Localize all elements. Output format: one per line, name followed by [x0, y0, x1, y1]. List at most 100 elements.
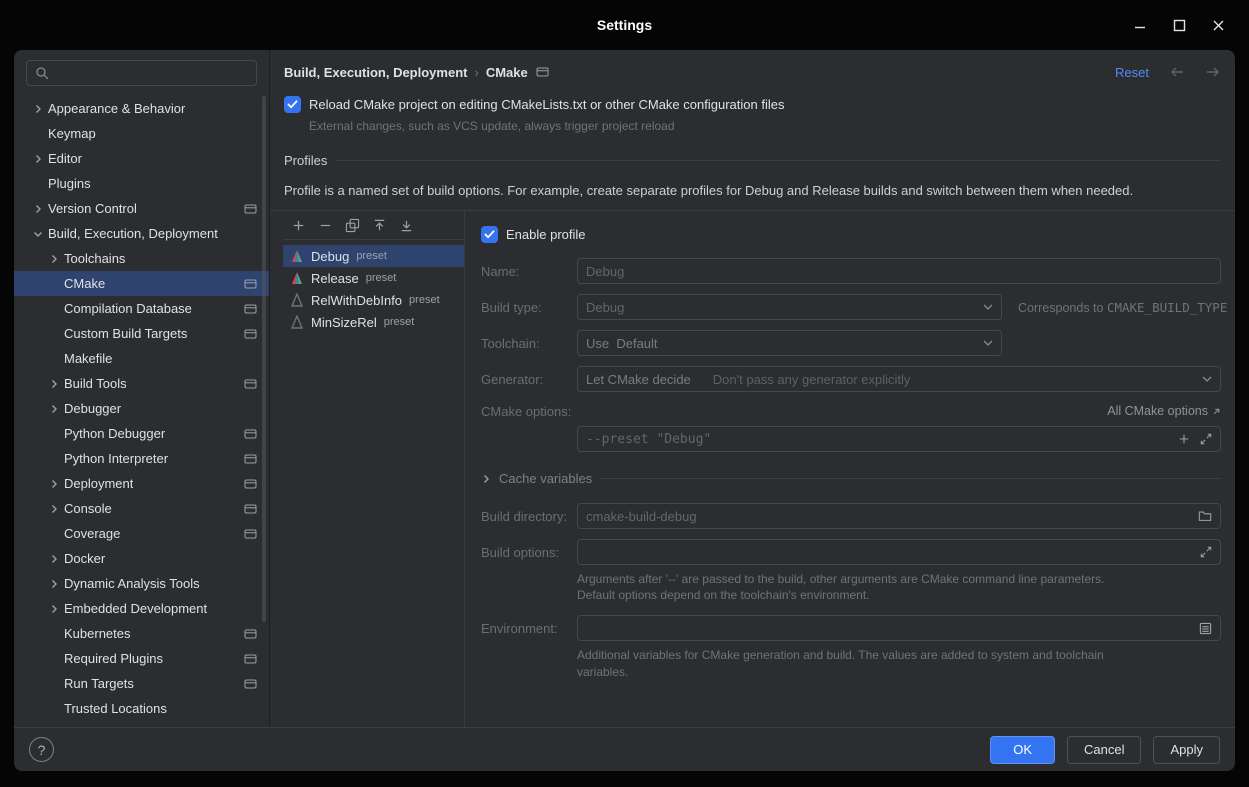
profile-item-minsizerel[interactable]: MinSizeRelpreset	[283, 311, 464, 333]
build-type-select[interactable]: Debug	[577, 294, 1002, 320]
cmake-options-input[interactable]: --preset "Debug"	[577, 426, 1221, 452]
sidebar-item-editor[interactable]: Editor	[14, 146, 269, 171]
environment-input[interactable]	[577, 615, 1221, 641]
all-cmake-options-link[interactable]: All CMake options	[1107, 404, 1221, 418]
profiles-editor: DebugpresetReleasepresetRelWithDebInfopr…	[270, 210, 1235, 727]
reset-button[interactable]: Reset	[1115, 65, 1149, 80]
copy-icon[interactable]	[341, 214, 363, 236]
per-project-settings-icon	[244, 478, 257, 490]
per-project-settings-icon	[244, 428, 257, 440]
sidebar-item-run-targets[interactable]: Run Targets	[14, 671, 269, 696]
enable-profile-checkbox[interactable]	[481, 226, 498, 243]
folder-icon[interactable]	[1198, 510, 1212, 522]
chevron-collapsed-icon[interactable]	[30, 151, 46, 167]
sidebar-item-toolchains[interactable]: Toolchains	[14, 246, 269, 271]
settings-tree: Appearance & BehaviorKeymapEditorPlugins…	[14, 96, 269, 721]
cmake-options-row: --preset "Debug"	[481, 426, 1221, 452]
sidebar-item-docker[interactable]: Docker	[14, 546, 269, 571]
chevron-expanded-icon[interactable]	[30, 226, 46, 242]
profile-item-release[interactable]: Release preset	[283, 267, 464, 289]
profile-preset-badge: preset	[366, 272, 397, 284]
sidebar-item-appearance-behavior[interactable]: Appearance & Behavior	[14, 96, 269, 121]
cmake-build-type-variable: CMAKE_BUILD_TYPE	[1107, 300, 1227, 315]
sidebar-item-coverage[interactable]: Coverage	[14, 521, 269, 546]
sidebar-item-keymap[interactable]: Keymap	[14, 121, 269, 146]
help-button[interactable]: ?	[29, 737, 54, 762]
sidebar-item-kubernetes[interactable]: Kubernetes	[14, 621, 269, 646]
add-icon[interactable]	[287, 214, 309, 236]
chevron-spacer	[46, 276, 62, 292]
move-down-icon[interactable]	[395, 214, 417, 236]
generator-select[interactable]: Let CMake decide Don't pass any generato…	[577, 366, 1221, 392]
chevron-collapsed-icon[interactable]	[46, 376, 62, 392]
remove-icon[interactable]	[314, 214, 336, 236]
sidebar-item-trusted-locations[interactable]: Trusted Locations	[14, 696, 269, 721]
build-directory-input[interactable]: cmake-build-debug	[577, 503, 1221, 529]
apply-button[interactable]: Apply	[1153, 736, 1220, 764]
sidebar-item-console[interactable]: Console	[14, 496, 269, 521]
chevron-collapsed-icon[interactable]	[46, 501, 62, 517]
chevron-collapsed-icon[interactable]	[46, 401, 62, 417]
sidebar-item-compilation-database[interactable]: Compilation Database	[14, 296, 269, 321]
breadcrumb-parent[interactable]: Build, Execution, Deployment	[284, 65, 467, 80]
move-up-icon[interactable]	[368, 214, 390, 236]
sidebar-item-cmake[interactable]: CMake	[14, 271, 269, 296]
sidebar-item-label: Python Interpreter	[64, 451, 168, 466]
sidebar-item-embedded-development[interactable]: Embedded Development	[14, 596, 269, 621]
sidebar-item-python-interpreter[interactable]: Python Interpreter	[14, 446, 269, 471]
close-icon[interactable]	[1212, 19, 1225, 32]
sidebar-item-debugger[interactable]: Debugger	[14, 396, 269, 421]
build-options-hint: Arguments after '--' are passed to the b…	[577, 571, 1221, 603]
chevron-collapsed-icon[interactable]	[30, 201, 46, 217]
external-link-icon	[1212, 407, 1221, 416]
profile-item-relwithdebinfo[interactable]: RelWithDebInfopreset	[283, 289, 464, 311]
sidebar-scrollbar[interactable]	[262, 96, 266, 622]
sidebar-item-label: Build, Execution, Deployment	[48, 226, 218, 241]
sidebar-item-build-tools[interactable]: Build Tools	[14, 371, 269, 396]
sidebar-item-custom-build-targets[interactable]: Custom Build Targets	[14, 321, 269, 346]
cache-variables-section[interactable]: Cache variables	[481, 471, 1221, 486]
back-arrow-icon[interactable]	[1169, 65, 1185, 79]
build-directory-value: cmake-build-debug	[586, 509, 1188, 524]
minimize-icon[interactable]	[1133, 18, 1147, 32]
sidebar-item-deployment[interactable]: Deployment	[14, 471, 269, 496]
sidebar-item-label: Required Plugins	[64, 651, 163, 666]
profile-item-debug[interactable]: Debugpreset	[283, 245, 464, 267]
maximize-icon[interactable]	[1173, 19, 1186, 32]
add-icon[interactable]	[1178, 433, 1190, 445]
reload-cmake-checkbox[interactable]	[284, 96, 301, 113]
sidebar-item-python-debugger[interactable]: Python Debugger	[14, 421, 269, 446]
sidebar-item-plugins[interactable]: Plugins	[14, 171, 269, 196]
sidebar-item-label: Debugger	[64, 401, 121, 416]
titlebar[interactable]: Settings	[0, 0, 1249, 50]
sidebar-item-required-plugins[interactable]: Required Plugins	[14, 646, 269, 671]
build-options-input[interactable]	[577, 539, 1221, 565]
expand-icon[interactable]	[1200, 546, 1212, 558]
sidebar-item-dynamic-analysis-tools[interactable]: Dynamic Analysis Tools	[14, 571, 269, 596]
sidebar-item-label: Embedded Development	[64, 601, 207, 616]
toolchain-select[interactable]: Use Default	[577, 330, 1002, 356]
browse-variables-icon[interactable]	[1199, 622, 1212, 635]
profile-preset-badge: preset	[384, 316, 415, 328]
sidebar-item-makefile[interactable]: Makefile	[14, 346, 269, 371]
forward-arrow-icon[interactable]	[1205, 65, 1221, 79]
cancel-button[interactable]: Cancel	[1067, 736, 1141, 764]
sidebar-item-version-control[interactable]: Version Control	[14, 196, 269, 221]
expand-icon[interactable]	[1200, 433, 1212, 445]
chevron-down-icon	[983, 340, 993, 346]
ok-button[interactable]: OK	[990, 736, 1055, 764]
settings-sidebar: Appearance & BehaviorKeymapEditorPlugins…	[14, 50, 270, 727]
name-input[interactable]: Debug	[577, 258, 1221, 284]
sidebar-item-label: Kubernetes	[64, 626, 131, 641]
settings-search-input[interactable]	[26, 60, 257, 86]
chevron-collapsed-icon[interactable]	[46, 601, 62, 617]
chevron-collapsed-icon[interactable]	[30, 101, 46, 117]
profile-name: Release	[311, 271, 359, 286]
chevron-collapsed-icon[interactable]	[46, 551, 62, 567]
cmake-profile-icon	[290, 293, 304, 307]
per-project-settings-icon	[244, 503, 257, 515]
chevron-collapsed-icon[interactable]	[46, 476, 62, 492]
chevron-collapsed-icon[interactable]	[46, 576, 62, 592]
sidebar-item-build-execution-deployment[interactable]: Build, Execution, Deployment	[14, 221, 269, 246]
chevron-collapsed-icon[interactable]	[46, 251, 62, 267]
